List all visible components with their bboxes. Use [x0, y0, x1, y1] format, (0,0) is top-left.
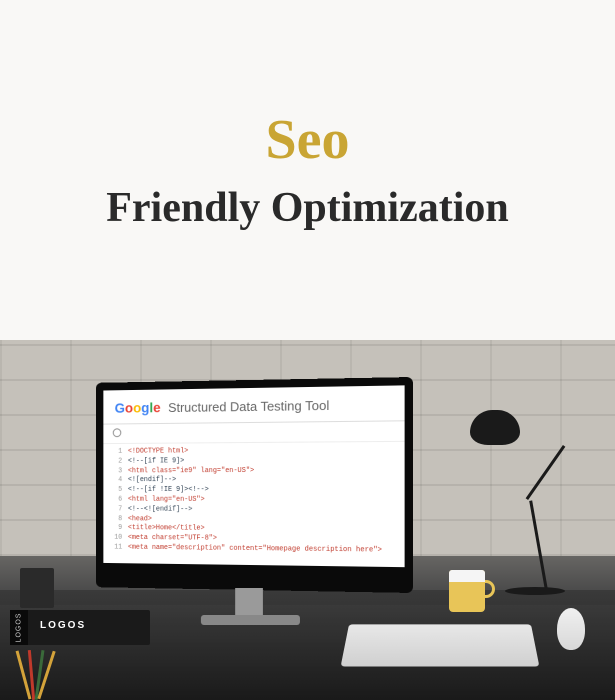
desk-scene: Google Structured Data Testing Tool 1<!D…	[0, 340, 615, 700]
book-spine: LOGOS	[10, 610, 28, 645]
monitor: Google Structured Data Testing Tool 1<!D…	[96, 377, 413, 593]
monitor-base	[201, 615, 300, 625]
google-logo: Google	[115, 399, 165, 415]
title-gold: Seo	[266, 108, 350, 172]
lamp-shade	[470, 410, 520, 445]
header-section: Seo Friendly Optimization	[0, 0, 615, 340]
tool-title: Structured Data Testing Tool	[168, 398, 329, 415]
mouse	[557, 608, 585, 650]
globe-icon	[113, 428, 122, 437]
code-block: 1<!DOCTYPE html> 2<!--[if IE 9]> 3<html …	[103, 442, 404, 561]
book: LOGOS LOGOS	[10, 610, 150, 645]
monitor-stand	[235, 588, 263, 618]
coffee-mug	[449, 570, 485, 612]
keyboard	[341, 624, 540, 666]
pencil-holder	[20, 568, 54, 608]
monitor-screen: Google Structured Data Testing Tool 1<!D…	[103, 385, 404, 567]
subtitle-dark: Friendly Optimization	[106, 184, 509, 232]
book-label: LOGOS	[40, 620, 86, 631]
screen-header: Google Structured Data Testing Tool	[103, 385, 404, 424]
lamp-base	[505, 587, 565, 595]
url-bar	[103, 421, 404, 444]
